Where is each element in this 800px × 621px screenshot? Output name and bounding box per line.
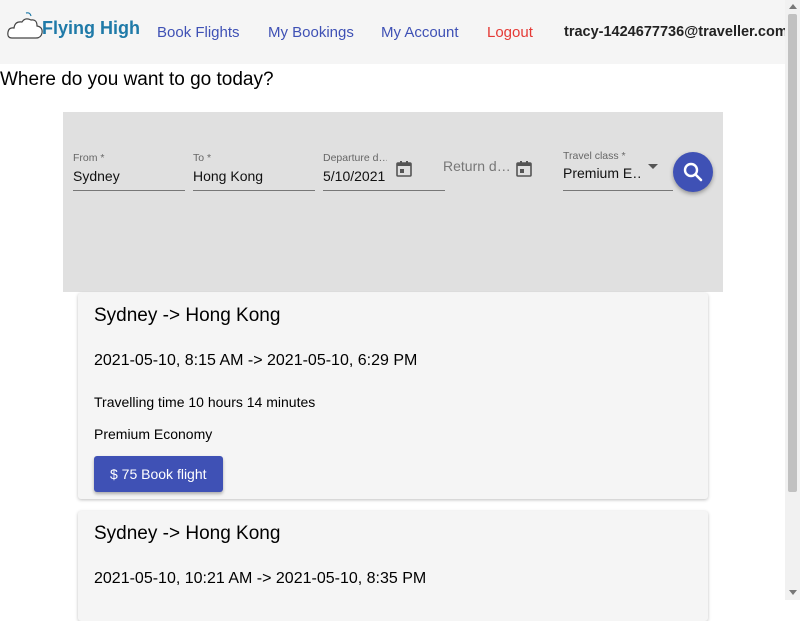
departure-date-field[interactable]: Departure d… 5/10/2021	[323, 152, 445, 191]
flight-route: Sydney -> Hong Kong	[94, 523, 281, 544]
to-label: To *	[193, 152, 212, 164]
departure-label: Departure d…	[323, 152, 387, 164]
search-icon	[683, 162, 703, 182]
calendar-icon[interactable]	[395, 160, 413, 178]
dropdown-arrow-icon[interactable]	[648, 164, 658, 169]
travel-class-select[interactable]: Travel class * Premium E…	[563, 150, 673, 191]
nav-my-account[interactable]: My Account	[381, 24, 459, 41]
to-input[interactable]: Hong Kong	[193, 168, 315, 184]
travel-class-label: Travel class *	[563, 150, 626, 162]
app-header: Flying High Book Flights My Bookings My …	[0, 0, 788, 64]
from-input[interactable]: Sydney	[73, 168, 185, 184]
flight-duration: Travelling time 10 hours 14 minutes	[94, 394, 316, 410]
from-field[interactable]: From * Sydney	[73, 152, 185, 191]
travel-class-value[interactable]: Premium E…	[563, 165, 643, 181]
to-field[interactable]: To * Hong Kong	[193, 152, 315, 191]
nav-my-bookings[interactable]: My Bookings	[268, 24, 354, 41]
user-email: tracy-1424677736@traveller.com	[564, 24, 788, 40]
logo-text: Flying High	[42, 18, 140, 38]
departure-input[interactable]: 5/10/2021	[323, 168, 387, 184]
cloud-icon	[7, 12, 43, 39]
nav-logout[interactable]: Logout	[487, 24, 533, 41]
return-input[interactable]: Return d…	[443, 158, 509, 174]
calendar-icon[interactable]	[515, 160, 533, 178]
flight-times: 2021-05-10, 10:21 AM -> 2021-05-10, 8:35…	[94, 570, 427, 587]
flight-result-card: Sydney -> Hong Kong 2021-05-10, 8:15 AM …	[78, 293, 708, 499]
page-title: Where do you want to go today?	[0, 69, 274, 90]
book-flight-button[interactable]: $ 75 Book flight	[94, 456, 223, 492]
from-label: From *	[73, 152, 105, 164]
search-panel: From * Sydney To * Hong Kong Departure d…	[63, 112, 723, 292]
scroll-down-arrow-icon[interactable]	[789, 590, 797, 595]
scroll-up-arrow-icon[interactable]	[789, 4, 797, 9]
search-button[interactable]	[673, 152, 713, 192]
scroll-thumb[interactable]	[788, 14, 797, 492]
scrollbar[interactable]	[785, 0, 800, 600]
flight-class: Premium Economy	[94, 426, 213, 442]
nav-book-flights[interactable]: Book Flights	[157, 24, 240, 41]
logo[interactable]: Flying High	[6, 10, 141, 44]
flight-times: 2021-05-10, 8:15 AM -> 2021-05-10, 6:29 …	[94, 352, 418, 369]
flight-result-card: Sydney -> Hong Kong 2021-05-10, 10:21 AM…	[78, 511, 708, 621]
flight-route: Sydney -> Hong Kong	[94, 305, 281, 326]
